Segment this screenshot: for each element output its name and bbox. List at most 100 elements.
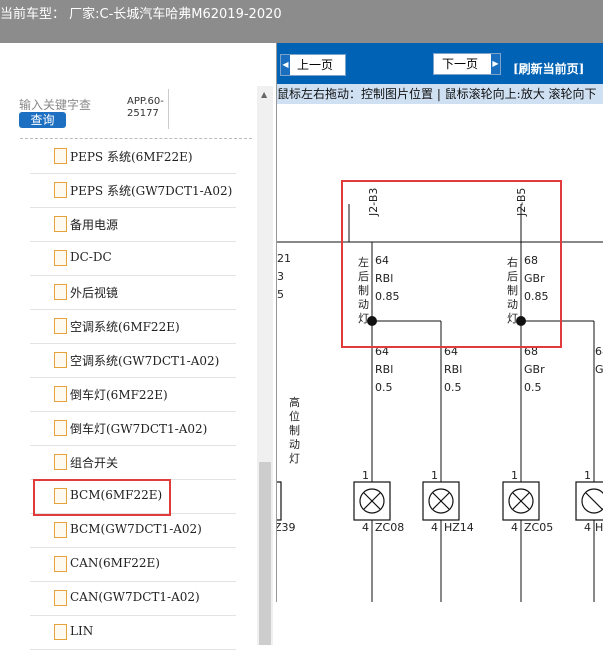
file-icon: [54, 420, 67, 436]
left-label: 3: [277, 270, 284, 283]
usage-hint: 鼠标左右拖动：控制图片位置 | 鼠标滚轮向上:放大 滚轮向下: [277, 84, 603, 104]
connector-code: ZC08: [375, 521, 404, 534]
wire-size: 0.5: [444, 381, 462, 394]
high-brake-lamp-label: 高 位 制 动 灯: [289, 395, 300, 465]
circuit-number: 64: [375, 254, 389, 267]
search-button[interactable]: 查询: [19, 112, 66, 128]
lamp-name-char: 制: [507, 284, 518, 297]
tree-item-label: 外后视镜: [70, 286, 119, 300]
file-icon: [54, 386, 67, 402]
wire-size: 0.85: [375, 290, 400, 303]
bulb-icon: [581, 488, 603, 514]
wire-color: RBl: [375, 363, 393, 376]
lamp-symbols: [277, 481, 603, 521]
next-page-button[interactable]: 下一页 ▶: [433, 53, 501, 75]
tree-item-label: PEPS 系统(6MF22E): [70, 150, 193, 164]
file-icon: [54, 284, 67, 300]
tree-item-label: 空调系统(6MF22E): [70, 320, 180, 334]
connector-code: Z39: [277, 521, 296, 534]
wire-color: GBr: [524, 272, 545, 285]
circuit-number: 68: [595, 345, 603, 358]
wire-size: 0.5: [375, 381, 393, 394]
tree-item[interactable]: PEPS 系统(6MF22E): [30, 139, 236, 174]
wire-color: RBl: [375, 272, 393, 285]
lamp-name-char: 灯: [289, 452, 300, 465]
pin-bottom: 4: [511, 521, 518, 534]
tree-item-label: 组合开关: [70, 456, 119, 470]
scroll-up-icon[interactable]: ▲: [261, 90, 267, 99]
lamp-name-char: 灯: [507, 312, 518, 325]
tree-item[interactable]: CAN(6MF22E): [30, 547, 236, 582]
file-icon: [54, 556, 67, 572]
app-version-label: APP.60-25177: [127, 96, 164, 119]
tree-item-label: 空调系统(GW7DCT1-A02): [70, 354, 220, 368]
lamp-name-char: 制: [358, 284, 369, 297]
tree-item-label: 倒车灯(6MF22E): [70, 388, 168, 402]
connector-code: HZ14: [444, 521, 474, 534]
connector-code: ZC05: [524, 521, 553, 534]
lamp-name-char: 后: [358, 270, 369, 283]
file-icon: [54, 318, 67, 334]
pin-bottom: 4: [431, 521, 438, 534]
tree-item[interactable]: 倒车灯(6MF22E): [30, 377, 236, 412]
search-input[interactable]: 输入关键字查: [19, 96, 97, 110]
tree-item[interactable]: 倒车灯(GW7DCT1-A02): [30, 411, 236, 446]
wire-color: GBr: [524, 363, 545, 376]
left-label: 21: [277, 252, 291, 265]
tree-item[interactable]: CAN(GW7DCT1-A02): [30, 581, 236, 616]
pin-top: 1: [584, 469, 591, 482]
file-icon: [54, 352, 67, 368]
pin-bottom: 4: [584, 521, 591, 534]
lamp-name-char: 后: [507, 270, 518, 283]
vertical-scrollbar[interactable]: ▲: [257, 86, 273, 645]
tree-item[interactable]: 外后视镜: [30, 275, 236, 310]
lamp-name-char: 左: [358, 256, 369, 269]
lamp-name-char: 灯: [358, 312, 369, 325]
lamp-name-char: 动: [358, 298, 369, 311]
lamp-name-char: 动: [507, 298, 518, 311]
lamp-name-char: 动: [289, 438, 300, 451]
file-icon: [54, 624, 67, 640]
branch-labels: 64 RBl 0.5 64 RBl 0.5 68 GBr 0.5 68 G: [375, 345, 603, 394]
refresh-page-link[interactable]: [刷新当前页]: [513, 60, 584, 77]
left-wire-labels: 21 3 5: [277, 252, 291, 301]
tree-item[interactable]: 组合开关: [30, 445, 236, 480]
tree-item-label: PEPS 系统(GW7DCT1-A02): [70, 184, 233, 198]
left-label: 5: [277, 288, 284, 301]
scrollbar-thumb[interactable]: [259, 462, 271, 645]
file-icon: [54, 522, 67, 538]
file-icon: [54, 590, 67, 606]
left-panel: 输入关键字查 查询 APP.60-25177 PEPS 系统(6MF22E) P…: [0, 43, 277, 650]
arrow-right-icon: ▶: [491, 54, 500, 74]
tree-item[interactable]: DC-DC: [30, 241, 236, 276]
lamp-name-char: 高: [289, 395, 300, 409]
tree-item-label: LIN: [70, 624, 94, 638]
circuit-number: 68: [524, 254, 538, 267]
tree-item[interactable]: 备用电源: [30, 207, 236, 242]
lamp-name-char: 制: [289, 424, 300, 437]
pin-bottom: 4: [362, 521, 369, 534]
file-icon: [54, 454, 67, 470]
pin-top: 1: [431, 469, 438, 482]
file-icon: [54, 216, 67, 232]
wiring-diagram[interactable]: 21 3 5 J2-B3 64 RBl 0.85 左 后 制 动 灯 J2-B5…: [277, 104, 603, 602]
pin-label: J2-B5: [515, 188, 528, 217]
file-icon: [54, 148, 67, 164]
wire-size: 0.5: [524, 381, 542, 394]
tree-item-label: 倒车灯(GW7DCT1-A02): [70, 422, 208, 436]
arrow-left-icon: ◀: [281, 55, 290, 75]
tree-item[interactable]: LIN: [30, 615, 236, 650]
tree-item[interactable]: 空调系统(GW7DCT1-A02): [30, 343, 236, 378]
prev-page-button[interactable]: ◀ 上一页: [280, 54, 346, 76]
tree-item[interactable]: BCM(GW7DCT1-A02): [30, 513, 236, 548]
wire-color: G: [595, 363, 603, 376]
tree-item-label: BCM(GW7DCT1-A02): [70, 522, 202, 536]
tree-item[interactable]: 空调系统(6MF22E): [30, 309, 236, 344]
pin-top: 1: [511, 469, 518, 482]
page-toolbar: ◀ 上一页 下一页 ▶ [刷新当前页]: [277, 43, 603, 84]
current-model-label: 当前车型： 厂家:C-长城汽车哈弗M62019-2020: [0, 7, 282, 22]
connector-b3: J2-B3 64 RBl 0.85 左 后 制 动 灯: [358, 188, 400, 325]
tree-item[interactable]: PEPS 系统(GW7DCT1-A02): [30, 173, 236, 208]
tree-item-label: 备用电源: [70, 218, 119, 232]
pin-top: 1: [362, 469, 369, 482]
